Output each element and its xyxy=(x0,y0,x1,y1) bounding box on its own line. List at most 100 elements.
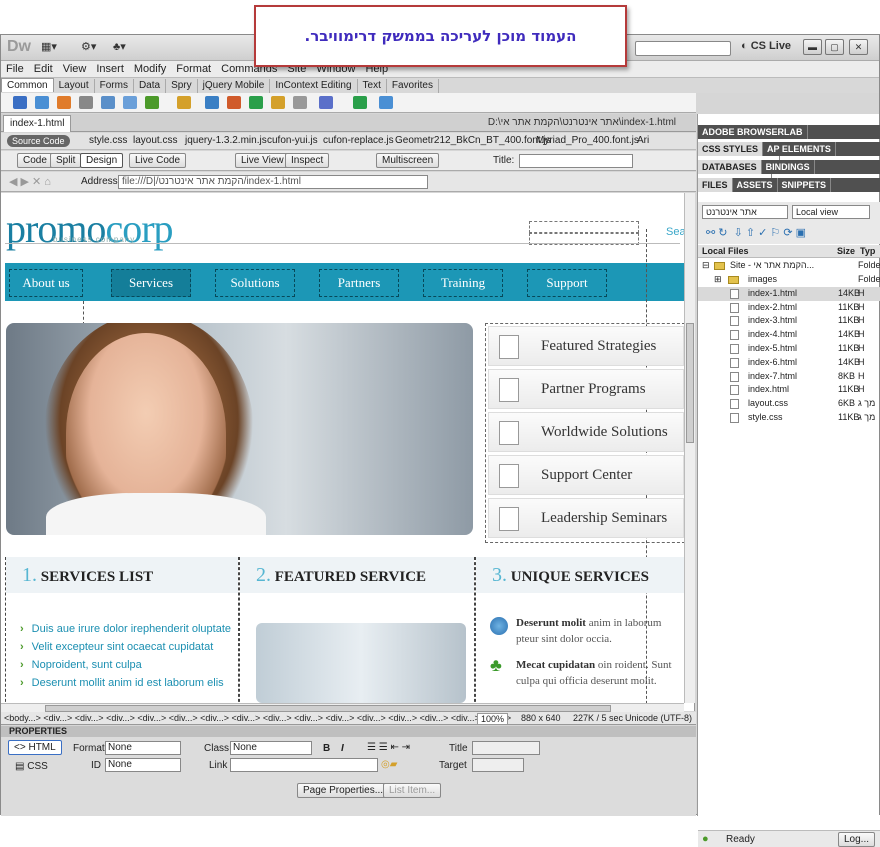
templates-icon[interactable] xyxy=(319,96,333,109)
local-files-col[interactable]: Local Files xyxy=(702,246,749,256)
live-code-button[interactable]: Live Code xyxy=(129,153,187,168)
menu-item-modify[interactable]: Modify xyxy=(129,61,171,75)
insert-tab[interactable]: Spry xyxy=(166,79,198,93)
expander-icon[interactable]: ⊟ xyxy=(702,260,710,271)
search-text[interactable]: Sea xyxy=(666,226,686,238)
list-item[interactable]: Duis aue irure dolor irephenderit olupta… xyxy=(20,623,231,635)
zoom-select[interactable]: 100% xyxy=(477,713,509,725)
layout-icon[interactable]: ▦▾ xyxy=(41,40,69,56)
menu-item-insert[interactable]: Insert xyxy=(91,61,129,75)
link-input[interactable] xyxy=(230,758,378,772)
related-file[interactable]: jquery-1.3.2.min.js xyxy=(185,135,267,146)
file-row[interactable]: index-6.html 14KB H xyxy=(698,356,880,370)
div-icon[interactable] xyxy=(123,96,137,109)
maximize-button[interactable]: ▢ xyxy=(825,39,844,55)
nav-item[interactable]: Partners xyxy=(319,269,399,297)
date-icon[interactable] xyxy=(205,96,219,109)
nav-item[interactable]: Training xyxy=(423,269,503,297)
multiscreen-button[interactable]: Multiscreen xyxy=(376,153,440,168)
panel-tab[interactable]: DATABASES xyxy=(698,160,762,174)
panel-tab[interactable]: FILES xyxy=(698,178,733,192)
side-menu-item[interactable]: Worldwide Solutions xyxy=(488,412,684,452)
title-input[interactable] xyxy=(519,154,633,168)
code-view-button[interactable]: Code xyxy=(17,153,53,168)
table-icon[interactable] xyxy=(101,96,115,109)
search-box[interactable] xyxy=(529,221,639,233)
insert-tab[interactable]: Common xyxy=(1,78,54,92)
back-forward-icon[interactable]: ◀ ▶ ✕ ⌂ xyxy=(9,175,51,188)
related-file[interactable]: style.css xyxy=(89,135,127,146)
css-mode-button[interactable]: ▤ CSS xyxy=(15,761,48,772)
widget-icon[interactable] xyxy=(379,96,393,109)
related-file[interactable]: Geometr212_BkCn_BT_400.font.js xyxy=(395,135,551,146)
design-view-button[interactable]: Design xyxy=(80,153,124,168)
insert-tab[interactable]: Text xyxy=(358,79,387,93)
hscroll-thumb[interactable] xyxy=(45,705,611,712)
related-file[interactable]: Myriad_Pro_400.font.js xyxy=(536,135,639,146)
page-properties-button[interactable]: Page Properties... xyxy=(297,783,390,798)
format-select[interactable]: None xyxy=(105,741,181,755)
nav-item[interactable]: Solutions xyxy=(215,269,295,297)
target-select[interactable] xyxy=(472,758,524,772)
related-file[interactable]: cufon-replace.js xyxy=(323,135,394,146)
list-item-button[interactable]: List Item... xyxy=(383,783,442,798)
related-file[interactable]: cufon-yui.js xyxy=(267,135,318,146)
script-icon[interactable] xyxy=(293,96,307,109)
list-buttons[interactable]: ☰ ☰ ⇤ ⇥ xyxy=(367,742,410,753)
hr-icon[interactable] xyxy=(79,96,93,109)
nav-item[interactable]: About us xyxy=(9,269,83,297)
side-menu-item[interactable]: Leadership Seminars xyxy=(488,498,684,538)
file-row[interactable]: index-2.html 11KB H xyxy=(698,301,880,315)
image-icon[interactable] xyxy=(145,96,159,109)
insert-tab[interactable]: jQuery Mobile xyxy=(198,79,271,93)
file-row-root[interactable]: ⊟ Site - הקמת אתר אי... Folde xyxy=(698,259,880,273)
side-menu-item[interactable]: Partner Programs xyxy=(488,369,684,409)
browse-folder-icon[interactable]: ◎▰ xyxy=(381,759,397,770)
type-col[interactable]: Typ xyxy=(860,246,875,256)
tag-chooser-icon[interactable] xyxy=(353,96,367,109)
side-menu-item[interactable]: Featured Strategies xyxy=(488,326,684,366)
anchor-icon[interactable] xyxy=(57,96,71,109)
server-include-icon[interactable] xyxy=(227,96,241,109)
file-row[interactable]: layout.css 6KB מך ג xyxy=(698,397,880,411)
view-select[interactable]: Local view xyxy=(792,205,870,219)
menu-item-format[interactable]: Format xyxy=(171,61,216,75)
file-row[interactable]: index-1.html 14KB H xyxy=(698,286,880,301)
browserlab-header[interactable]: ADOBE BROWSERLAB xyxy=(698,125,880,139)
id-select[interactable]: None xyxy=(105,758,181,772)
site-icon[interactable]: ♣▾ xyxy=(113,40,141,56)
close-button[interactable]: ✕ xyxy=(849,39,868,55)
list-item[interactable]: Deserunt mollit anim id est laborum elis xyxy=(20,677,224,689)
nav-item[interactable]: Services xyxy=(111,269,191,297)
comment-icon[interactable] xyxy=(249,96,263,109)
side-menu-item[interactable]: Support Center xyxy=(488,455,684,495)
expander-icon[interactable]: ⊞ xyxy=(714,274,722,285)
minimize-button[interactable]: ▬ xyxy=(803,39,822,55)
address-input[interactable]: file:///D|/הקמת אתר אינטרנט/index-1.html xyxy=(118,175,428,189)
file-row[interactable]: index-4.html 14KB H xyxy=(698,328,880,342)
email-icon[interactable] xyxy=(35,96,49,109)
cs-live[interactable]: ◐ CS Live xyxy=(741,40,791,52)
file-row[interactable]: index-5.html 11KB H xyxy=(698,342,880,356)
list-item[interactable]: Velit excepteur sint ocaecat cupidatat xyxy=(20,641,214,653)
nav-item[interactable]: Support xyxy=(527,269,607,297)
search-input[interactable] xyxy=(635,41,731,56)
panel-tab[interactable]: CSS STYLES xyxy=(698,142,764,156)
file-row[interactable]: style.css 11KB מך ג xyxy=(698,411,880,425)
bold-button[interactable]: B xyxy=(323,743,330,754)
list-item[interactable]: Noproident, sunt culpa xyxy=(20,659,142,671)
file-row[interactable]: index-7.html 8KB H xyxy=(698,370,880,384)
panel-tab[interactable]: BINDINGS xyxy=(762,160,815,174)
log-button[interactable]: Log... xyxy=(838,832,876,847)
design-vertical-scrollbar[interactable] xyxy=(684,193,695,703)
file-row[interactable]: index.html 11KB H xyxy=(698,383,880,397)
design-view[interactable]: promocorp business company Sea About us S… xyxy=(1,193,695,711)
panel-tab[interactable]: SNIPPETS xyxy=(778,178,832,192)
panel-tab[interactable]: AP ELEMENTS xyxy=(763,142,836,156)
menu-item-file[interactable]: File xyxy=(1,61,29,75)
live-view-button[interactable]: Live View xyxy=(235,153,290,168)
title-prop-input[interactable] xyxy=(472,741,540,755)
panel-tab[interactable]: ASSETS xyxy=(733,178,778,192)
file-row[interactable]: index-3.html 11KB H xyxy=(698,314,880,328)
class-select[interactable]: None xyxy=(230,741,312,755)
